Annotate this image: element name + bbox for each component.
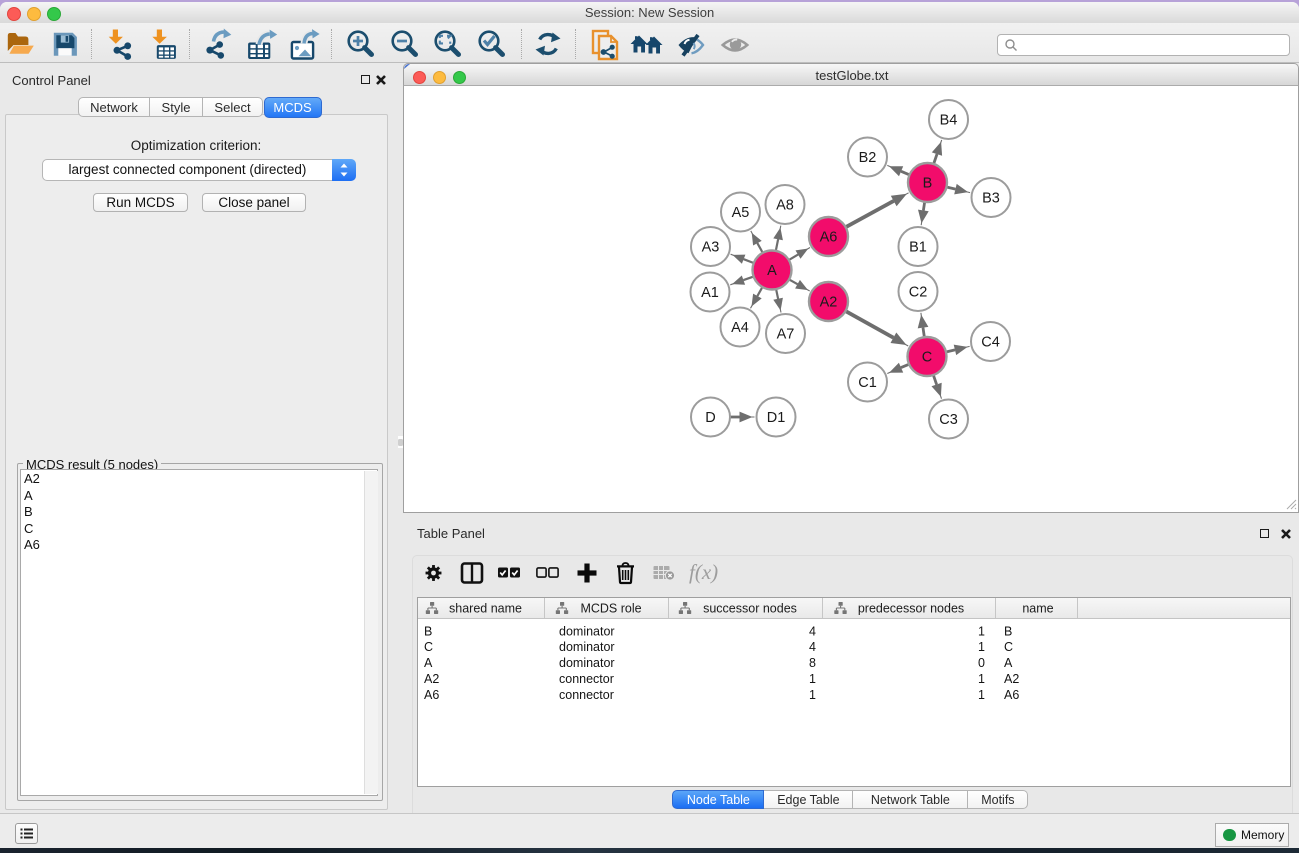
svg-text:B3: B3 (982, 191, 1000, 207)
svg-text:C3: C3 (939, 412, 958, 428)
svg-text:MCDS role: MCDS role (580, 602, 641, 616)
svg-text:A4: A4 (731, 320, 749, 336)
svg-text:4: 4 (809, 624, 816, 638)
svg-text:A2: A2 (1004, 672, 1019, 686)
svg-text:connector: connector (559, 688, 614, 702)
svg-text:dominator: dominator (559, 656, 615, 670)
svg-text:4: 4 (809, 640, 816, 654)
svg-text:successor nodes: successor nodes (703, 602, 797, 616)
svg-text:A3: A3 (702, 240, 720, 256)
svg-text:C4: C4 (981, 335, 1000, 351)
svg-text:1: 1 (809, 688, 816, 702)
svg-text:1: 1 (978, 624, 985, 638)
svg-text:A1: A1 (701, 285, 719, 301)
svg-text:1: 1 (978, 688, 985, 702)
svg-text:B4: B4 (940, 113, 958, 129)
svg-text:8: 8 (809, 656, 816, 670)
svg-text:A5: A5 (732, 205, 750, 221)
svg-text:A6: A6 (424, 688, 439, 702)
svg-text:A7: A7 (777, 327, 795, 343)
svg-text:1: 1 (978, 672, 985, 686)
svg-text:C: C (1004, 640, 1013, 654)
svg-text:D1: D1 (767, 410, 786, 426)
svg-text:A: A (1004, 656, 1013, 670)
svg-text:B: B (1004, 624, 1012, 638)
svg-text:A: A (424, 656, 433, 670)
svg-text:1: 1 (809, 672, 816, 686)
svg-text:B: B (923, 176, 933, 192)
svg-text:B1: B1 (909, 240, 927, 256)
svg-text:A2: A2 (424, 672, 439, 686)
svg-text:A2: A2 (820, 295, 838, 311)
svg-text:C1: C1 (858, 375, 877, 391)
svg-text:1: 1 (978, 640, 985, 654)
svg-text:0: 0 (978, 656, 985, 670)
svg-text:C: C (424, 640, 433, 654)
svg-text:D: D (705, 410, 715, 426)
svg-text:predecessor nodes: predecessor nodes (858, 602, 964, 616)
svg-text:A: A (767, 263, 777, 279)
svg-text:A6: A6 (1004, 688, 1019, 702)
svg-text:connector: connector (559, 672, 614, 686)
svg-text:dominator: dominator (559, 624, 615, 638)
svg-text:shared name: shared name (449, 602, 522, 616)
svg-text:A6: A6 (820, 230, 838, 246)
svg-text:dominator: dominator (559, 640, 615, 654)
svg-text:C2: C2 (909, 285, 928, 301)
svg-text:A8: A8 (776, 198, 794, 214)
svg-text:C: C (922, 350, 932, 366)
svg-text:f(x): f(x) (689, 560, 718, 584)
svg-text:name: name (1022, 602, 1053, 616)
svg-text:B2: B2 (859, 150, 877, 166)
svg-text:B: B (424, 624, 432, 638)
